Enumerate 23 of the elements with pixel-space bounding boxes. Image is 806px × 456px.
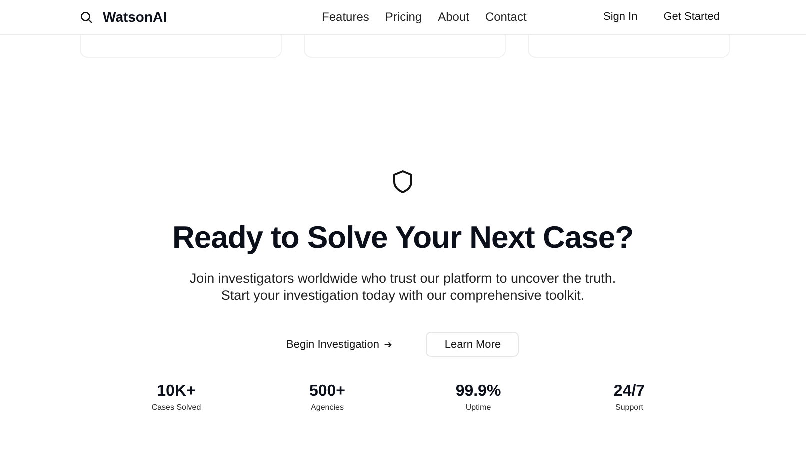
- nav-link[interactable]: About: [438, 10, 470, 24]
- nav-link[interactable]: Pricing: [385, 10, 422, 24]
- brand-name[interactable]: WatsonAI: [103, 9, 168, 25]
- stat-label: Cases Solved: [152, 403, 202, 412]
- stat-value: 10K+: [157, 383, 196, 401]
- learn-more-button[interactable]: Learn More: [426, 332, 520, 357]
- nav-link[interactable]: Contact: [485, 10, 527, 24]
- stat-value: 500+: [309, 383, 346, 401]
- shield-icon: [393, 170, 413, 194]
- nav-link[interactable]: Features: [322, 10, 370, 24]
- stat-value: 99.9%: [456, 383, 502, 401]
- cta-description: Join investigators worldwide who trust our platform to uncover the truth.: [190, 270, 616, 287]
- get-started-button[interactable]: Get Started: [658, 7, 726, 27]
- sign-in-button[interactable]: Sign In: [597, 7, 644, 27]
- stat-label: Uptime: [466, 403, 492, 412]
- cta-heading: Ready to Solve Your Next Case?: [172, 220, 634, 256]
- begin-investigation-button[interactable]: Begin Investigation: [286, 332, 392, 356]
- arrow-right-icon: [384, 340, 392, 348]
- stat-value: 24/7: [614, 383, 646, 401]
- search-icon[interactable]: [80, 10, 93, 24]
- cta-description: Start your investigation today with our comprehensive toolkit.: [221, 287, 585, 304]
- stat-label: Agencies: [311, 403, 344, 412]
- stat-label: Support: [615, 403, 644, 412]
